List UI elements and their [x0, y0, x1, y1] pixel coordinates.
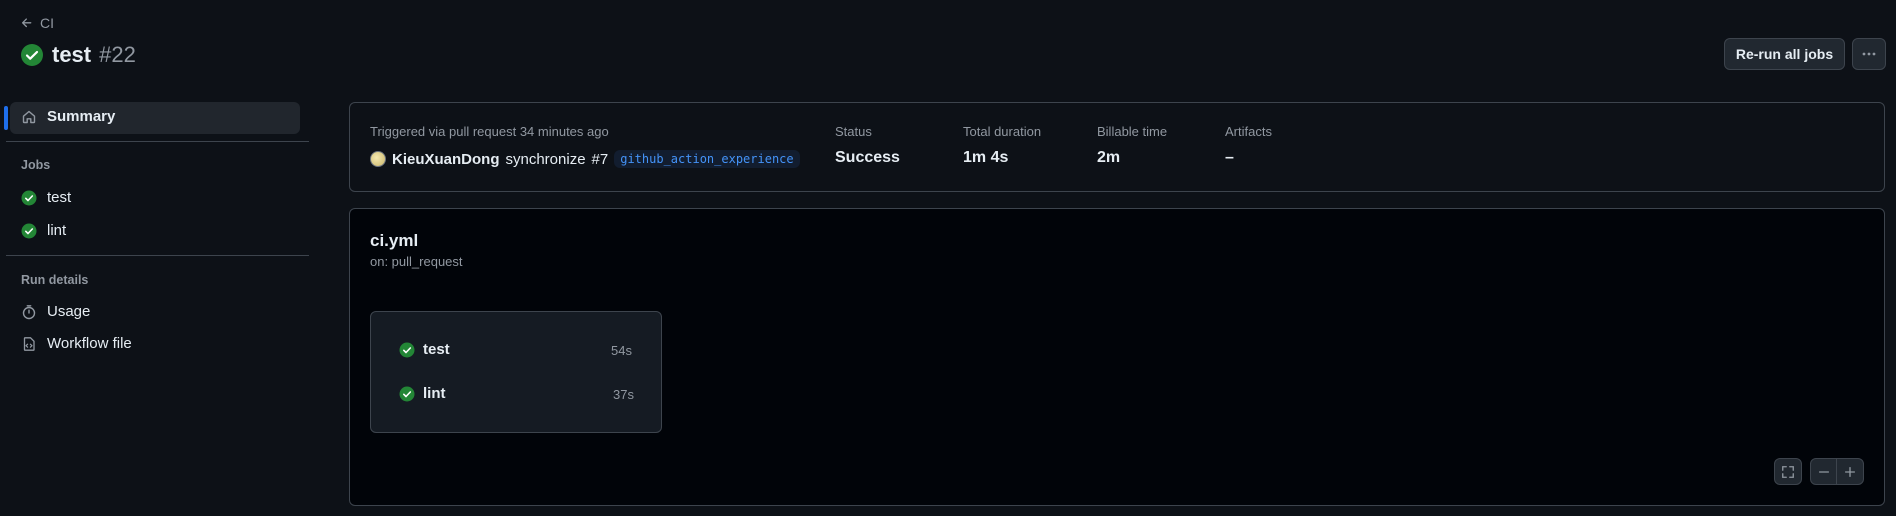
check-circle-fill-icon: [399, 342, 415, 358]
trigger-details: KieuXuanDong synchronize #7 github_actio…: [370, 150, 800, 168]
billable-value: 2m: [1097, 149, 1121, 166]
job-duration: 54s: [611, 343, 632, 358]
sidebar-item-summary[interactable]: Summary: [21, 108, 115, 125]
job-name: lint: [423, 385, 446, 402]
check-circle-fill-icon: [20, 43, 44, 67]
workflow-file-name: ci.yml: [370, 231, 419, 250]
sidebar-item-job-lint[interactable]: lint: [21, 222, 66, 239]
avatar: [370, 151, 386, 167]
run-summary-card: [349, 102, 1885, 192]
duration-label: Total duration: [963, 124, 1042, 139]
active-indicator: [4, 106, 8, 130]
file-code-icon: [21, 336, 37, 352]
home-icon: [21, 109, 37, 125]
sidebar-item-label: test: [47, 189, 72, 206]
back-link-label: CI: [40, 15, 54, 31]
zoom-out-button[interactable]: [1810, 458, 1837, 485]
kebab-horizontal-icon: [1861, 46, 1877, 62]
fullscreen-button[interactable]: [1774, 458, 1802, 485]
job-node-test[interactable]: test: [399, 341, 450, 358]
arrow-left-icon: [20, 16, 34, 30]
billable-label: Billable time: [1097, 124, 1168, 139]
sidebar-divider: [6, 141, 309, 142]
screen-full-icon: [1781, 465, 1795, 479]
workflow-trigger: on: pull_request: [370, 254, 463, 269]
pull-request-link[interactable]: #7: [592, 151, 609, 168]
back-link[interactable]: CI: [20, 15, 54, 31]
rerun-all-jobs-button[interactable]: Re-run all jobs: [1724, 38, 1845, 70]
trigger-action: synchronize: [505, 150, 586, 168]
artifacts-label: Artifacts: [1225, 124, 1272, 139]
sidebar-item-label: Summary: [47, 108, 116, 125]
jobs-group: [370, 311, 662, 433]
sidebar-item-job-test[interactable]: test: [21, 189, 71, 206]
jobs-heading: Jobs: [21, 158, 51, 172]
page-title: test #22: [20, 42, 136, 68]
run-number: #22: [99, 42, 136, 67]
sidebar-divider: [6, 255, 309, 256]
job-node-lint[interactable]: lint: [399, 385, 446, 402]
zoom-in-button[interactable]: [1836, 458, 1864, 485]
sidebar-item-usage[interactable]: Usage: [21, 303, 90, 320]
sidebar-item-workflow-file[interactable]: Workflow file: [21, 335, 132, 352]
stopwatch-icon: [21, 304, 37, 320]
sidebar-item-label: Workflow file: [47, 335, 132, 352]
branch-label[interactable]: github_action_experience: [614, 150, 800, 168]
duration-value: 1m 4s: [963, 149, 1009, 166]
workflow-run-name: test: [52, 42, 92, 67]
sidebar-item-label: Usage: [47, 303, 91, 320]
check-circle-fill-icon: [399, 386, 415, 402]
status-value: Success: [835, 149, 900, 166]
check-circle-fill-icon: [21, 223, 37, 239]
status-label: Status: [835, 124, 872, 139]
artifacts-value: –: [1225, 149, 1234, 166]
dash-icon: [1817, 465, 1831, 479]
job-name: test: [423, 341, 450, 358]
trigger-text: Triggered via pull request 34 minutes ag…: [370, 124, 609, 139]
plus-icon: [1843, 465, 1857, 479]
run-details-heading: Run details: [21, 273, 89, 287]
sidebar-item-label: lint: [47, 222, 67, 239]
more-options-button[interactable]: [1852, 38, 1886, 70]
actor-link[interactable]: KieuXuanDong: [392, 151, 500, 168]
job-duration: 37s: [613, 387, 634, 402]
check-circle-fill-icon: [21, 190, 37, 206]
